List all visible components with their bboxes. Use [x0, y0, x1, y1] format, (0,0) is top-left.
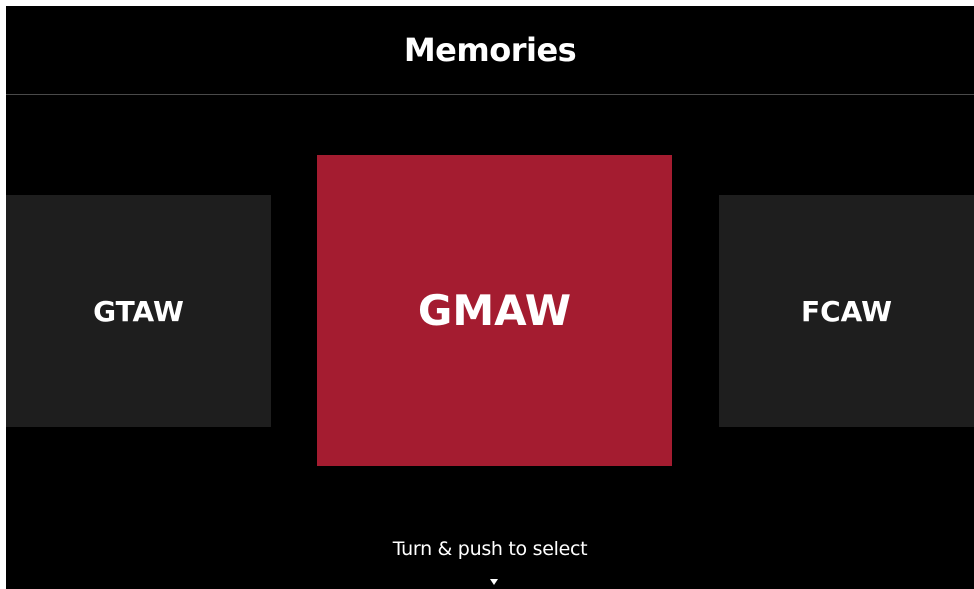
triangle-down-icon [490, 579, 498, 585]
memory-tile-fcaw[interactable]: FCAW [719, 195, 974, 427]
memory-tile-gmaw-selected[interactable]: GMAW [317, 155, 672, 466]
instruction-hint: Turn & push to select [392, 538, 588, 560]
memory-tile-gtaw[interactable]: GTAW [6, 195, 271, 427]
header-bar: Memories [6, 6, 974, 95]
memory-carousel[interactable]: GTAW GMAW FCAW [6, 95, 974, 515]
memory-tile-label: GTAW [93, 294, 184, 328]
memories-screen: Memories GTAW GMAW FCAW Turn & push to s… [6, 6, 974, 589]
page-title: Memories [403, 31, 577, 69]
memory-tile-label: GMAW [417, 286, 572, 335]
memory-tile-label: FCAW [801, 294, 892, 328]
